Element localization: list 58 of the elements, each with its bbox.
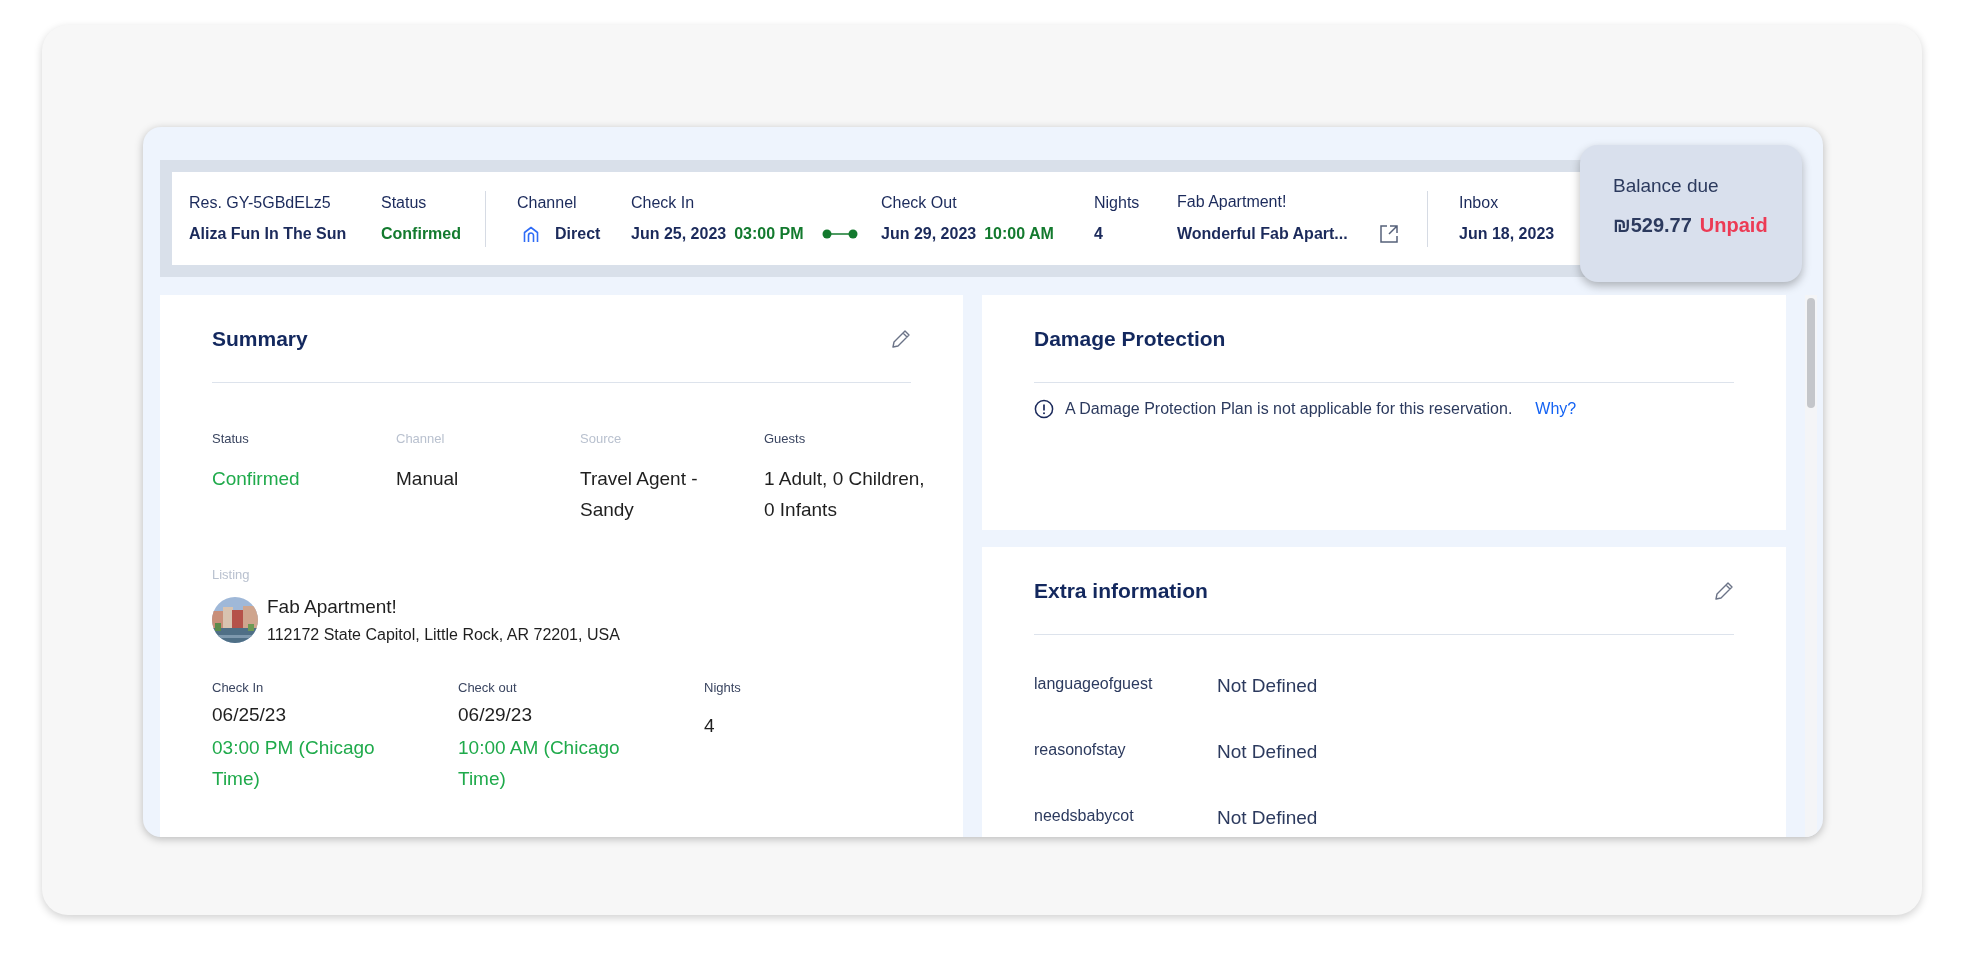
listing-address: 112172 State Capitol, Little Rock, AR 72201, USA: [267, 626, 620, 644]
time-value: 03:00 PM (Chicago Time): [212, 736, 376, 791]
listing-name: Wonderful Fab Apart...: [1177, 225, 1348, 243]
listing-label: Listing: [212, 567, 251, 582]
extra-information-title: Extra information: [1034, 578, 1208, 603]
nights-value: 4: [704, 715, 716, 737]
nights-label: Nights: [1094, 194, 1141, 212]
field-key: languageofguest: [1034, 675, 1217, 693]
field-value: Not Defined: [1217, 675, 1318, 697]
guest-name: Aliza Fun In The Sun: [189, 225, 348, 243]
field-value: Not Defined: [1217, 807, 1318, 829]
edit-icon[interactable]: [891, 328, 911, 349]
field-label: Status: [212, 431, 250, 446]
listing-name: Fab Apartment!: [267, 596, 398, 618]
channel-value: Direct: [555, 225, 601, 243]
check-out-label: Check Out: [881, 194, 958, 212]
nights-label: Nights: [704, 680, 742, 695]
info-icon: [1034, 399, 1054, 419]
check-out-date: Jun 29, 2023: [881, 225, 977, 243]
date-value: 06/29/23: [458, 704, 533, 726]
check-in-time: 03:00 PM: [734, 225, 804, 243]
payment-status: Unpaid: [1699, 214, 1768, 237]
field-label: Channel: [396, 431, 446, 446]
channel-label: Channel: [517, 194, 578, 212]
check-in-label: Check In: [631, 194, 696, 212]
field-value: Not Defined: [1217, 741, 1318, 763]
field-key: reasonofstay: [1034, 741, 1217, 759]
inbox-date: Jun 18, 2023: [1459, 225, 1556, 243]
status-value: Confirmed: [381, 225, 462, 243]
external-link-icon[interactable]: [1379, 224, 1399, 244]
date-range-connector: [821, 229, 858, 239]
date-label: Check In: [212, 680, 265, 695]
listing-label: Fab Apartment!: [1177, 193, 1288, 211]
damage-protection-title: Damage Protection: [1034, 326, 1226, 351]
reservation-code: Res. GY-5GBdELz5: [189, 194, 332, 212]
field-label: Guests: [764, 431, 807, 446]
nights-value: 4: [1094, 225, 1104, 243]
check-out-time: 10:00 AM: [984, 225, 1054, 243]
time-value: 10:00 AM (Chicago Time): [458, 736, 621, 791]
scrollbar[interactable]: [1805, 295, 1817, 837]
notice-text: A Damage Protection Plan is not applicable for this reservation.: [1065, 400, 1513, 418]
summary-title: Summary: [212, 326, 308, 351]
inbox-label: Inbox: [1459, 194, 1500, 212]
date-label: Check out: [458, 680, 518, 695]
home-icon: [523, 225, 539, 243]
edit-icon[interactable]: [1714, 580, 1734, 601]
field-value: Confirmed: [212, 467, 301, 491]
field-value: 1 Adult, 0 Children, 0 Infants: [764, 467, 926, 522]
balance-label: Balance due: [1613, 175, 1720, 197]
field-key: needsbabycot: [1034, 807, 1217, 825]
why-link[interactable]: Why?: [1535, 400, 1577, 418]
field-value: Manual: [396, 467, 460, 491]
date-value: 06/25/23: [212, 704, 287, 726]
field-value: Travel Agent - Sandy: [580, 467, 699, 522]
field-label: Source: [580, 431, 623, 446]
status-label: Status: [381, 194, 428, 212]
balance-amount: ₪529.77: [1613, 214, 1692, 237]
check-in-date: Jun 25, 2023: [631, 225, 727, 243]
